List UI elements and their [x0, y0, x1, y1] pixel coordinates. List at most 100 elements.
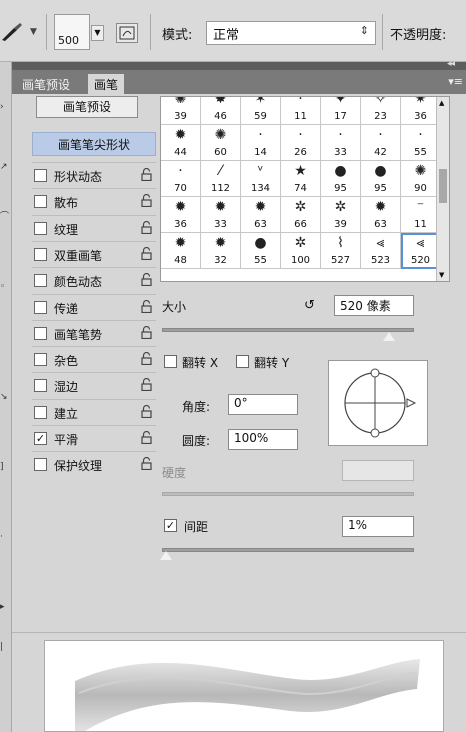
angle-roundness-widget[interactable] [328, 360, 428, 446]
lock-icon[interactable] [141, 404, 152, 418]
tool-icon[interactable]: ⌒ [0, 212, 10, 222]
brush-tip-cell[interactable]: ⁻ 11 [401, 197, 441, 233]
brush-option-7[interactable]: 杂色 [32, 346, 156, 372]
option-checkbox[interactable] [34, 326, 47, 340]
brush-tip-cell[interactable]: ● 95 [321, 161, 361, 197]
brush-tip-cell[interactable]: ● 95 [361, 161, 401, 197]
flip-y-checkbox[interactable] [236, 355, 249, 368]
brush-tip-cell[interactable]: · 42 [361, 125, 401, 161]
option-checkbox[interactable] [34, 195, 47, 209]
brush-presets-button[interactable]: 画笔预设 [36, 96, 138, 118]
brush-tip-cell[interactable]: · 26 [281, 125, 321, 161]
brush-tip-cell[interactable]: ⁄ 112 [201, 161, 241, 197]
scroll-thumb[interactable] [439, 169, 447, 203]
brush-option-8[interactable]: 湿边 [32, 372, 156, 398]
collapse-icon[interactable]: ◂◂ [447, 59, 455, 69]
brush-option-2[interactable]: 纹理 [32, 214, 156, 241]
brush-tip-cell[interactable]: ✧ 23 [361, 97, 401, 125]
spacing-checkbox[interactable]: ✓ [164, 519, 177, 532]
brush-option-4[interactable]: 颜色动态 [32, 267, 156, 293]
tool-icon[interactable]: › [0, 102, 10, 112]
brush-tip-cell[interactable]: ✺ 60 [201, 125, 241, 161]
brush-tip-cell[interactable]: · 14 [241, 125, 281, 161]
lock-icon[interactable] [141, 325, 152, 339]
toggle-brush-panel-button[interactable] [116, 23, 138, 43]
spacing-slider[interactable] [162, 548, 414, 552]
brush-preset-picker[interactable]: 500 [54, 14, 90, 50]
brush-tip-cell[interactable]: ★ 74 [281, 161, 321, 197]
brush-tip-cell[interactable]: ✶ 59 [241, 97, 281, 125]
brush-tip-cell[interactable]: ✸ 46 [201, 97, 241, 125]
brush-tip-cell[interactable]: ✹ 36 [161, 197, 201, 233]
brush-tip-cell[interactable]: ⪡ 523 [361, 233, 401, 269]
option-checkbox[interactable] [34, 274, 47, 288]
brush-tip-cell[interactable]: ✺ 90 [401, 161, 441, 197]
grid-scrollbar[interactable]: ▲ ▼ [436, 97, 449, 281]
brush-tip-cell[interactable]: · 70 [161, 161, 201, 197]
lock-icon[interactable] [141, 457, 152, 471]
scroll-down-icon[interactable]: ▼ [439, 271, 444, 279]
tool-icon[interactable]: ↗ [0, 162, 10, 172]
option-checkbox[interactable] [34, 458, 47, 472]
brush-picker-dropdown-icon[interactable]: ▼ [91, 25, 104, 41]
brush-tip-cell[interactable]: · 55 [401, 125, 441, 161]
spacing-field[interactable]: 1% [342, 516, 414, 537]
brush-tip-cell[interactable]: ✲ 100 [281, 233, 321, 269]
roundness-field[interactable]: 100% [228, 429, 298, 450]
lock-icon[interactable] [141, 378, 152, 392]
blend-mode-select[interactable]: 正常 ⇕ [206, 21, 376, 45]
brush-tip-cell[interactable]: ✹ 48 [161, 233, 201, 269]
brush-option-9[interactable]: 建立 [32, 398, 156, 425]
tab-brush[interactable]: 画笔 [88, 74, 125, 94]
reset-size-icon[interactable]: ↺ [304, 298, 315, 313]
lock-icon[interactable] [141, 167, 152, 182]
size-slider-knob[interactable] [382, 332, 395, 341]
brush-tip-cell[interactable]: ✦ 17 [321, 97, 361, 125]
brush-option-10[interactable]: ✓ 平滑 [32, 425, 156, 451]
panel-header[interactable]: ◂◂ [12, 59, 466, 70]
hardness-field[interactable] [342, 460, 414, 481]
size-slider[interactable] [162, 328, 414, 332]
brush-tip-cell[interactable]: ✹ 63 [241, 197, 281, 233]
lock-icon[interactable] [141, 194, 152, 208]
hardness-slider[interactable] [162, 492, 414, 496]
brush-tip-cell[interactable]: ✺ 39 [161, 97, 201, 125]
option-checkbox[interactable]: ✓ [34, 432, 47, 445]
brush-tip-cell[interactable]: ⌇ 527 [321, 233, 361, 269]
option-checkbox[interactable] [34, 405, 47, 419]
brush-option-11[interactable]: 保护纹理 [32, 451, 156, 477]
brush-option-3[interactable]: 双重画笔 [32, 240, 156, 267]
option-checkbox[interactable] [34, 169, 47, 182]
option-checkbox[interactable] [34, 300, 47, 314]
option-checkbox[interactable] [34, 353, 47, 367]
brush-tip-cell[interactable]: ᵛ 134 [241, 161, 281, 197]
brush-option-5[interactable]: 传递 [32, 293, 156, 320]
brush-option-6[interactable]: 画笔笔势 [32, 319, 156, 346]
brush-tip-cell[interactable]: ⪡ 520 [401, 233, 441, 269]
tab-brush-presets[interactable]: 画笔预设 [16, 74, 76, 94]
lock-icon[interactable] [141, 352, 152, 366]
flip-x-checkbox[interactable] [164, 355, 177, 368]
brush-tip-shape-item[interactable]: 画笔笔尖形状 [32, 132, 156, 156]
brush-tip-cell[interactable]: · 11 [281, 97, 321, 125]
lock-icon[interactable] [141, 273, 152, 287]
lock-icon[interactable] [141, 246, 152, 260]
brush-tip-cell[interactable]: ✲ 66 [281, 197, 321, 233]
tool-preset-dropdown-icon[interactable]: ▼ [30, 27, 37, 37]
brush-tip-cell[interactable]: ✹ 32 [201, 233, 241, 269]
lock-icon[interactable] [141, 220, 152, 234]
angle-field[interactable]: 0° [228, 394, 298, 415]
tool-icon[interactable]: ↘ [0, 392, 10, 402]
panel-menu-icon[interactable]: ▾≡ [448, 75, 463, 88]
brush-tip-cell[interactable]: ✷ 36 [401, 97, 441, 125]
lock-icon[interactable] [141, 299, 152, 313]
tool-icon[interactable]: · [0, 532, 10, 542]
brush-tip-cell[interactable]: ✹ 33 [201, 197, 241, 233]
brush-option-1[interactable]: 散布 [32, 188, 156, 214]
brush-tip-cell[interactable]: ✹ 63 [361, 197, 401, 233]
tool-icon[interactable]: ▸ [0, 602, 10, 612]
lock-icon[interactable] [141, 430, 152, 445]
tool-icon[interactable]: ] [0, 462, 10, 472]
brush-tip-cell[interactable]: ● 55 [241, 233, 281, 269]
brush-tip-grid[interactable]: ✺ 39 ✸ 46 ✶ 59 · 11 ✦ 17 ✧ 23 ✷ 36 ✹ 44 ✺ 60 · 14 · 26 · 33 · 42 ·… [160, 96, 450, 282]
